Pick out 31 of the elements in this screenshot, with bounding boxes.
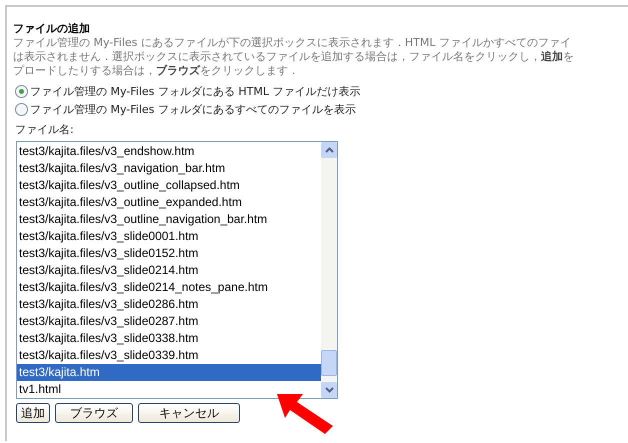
file-list-item[interactable]: test3/kajita.files/v3_slide0339.htm — [17, 347, 321, 364]
file-list-item[interactable]: test3/kajita.files/v3_slide0338.htm — [17, 330, 321, 347]
file-list-item[interactable]: test3/kajita.files/v3_slide0214_notes_pane.htm — [17, 279, 321, 296]
scroll-up-icon[interactable] — [321, 142, 337, 158]
file-list-item[interactable]: test3/kajita.files/v3_navigation_bar.htm — [17, 160, 321, 177]
radio-button[interactable] — [15, 102, 28, 116]
file-list-item[interactable]: tv1.html — [17, 381, 321, 398]
file-list-item[interactable]: test3/kajita.files/v3_slide0286.htm — [17, 296, 321, 313]
scrollbar-thumb[interactable] — [321, 350, 337, 376]
description-text: は表示されません．選択ボックスに表示されているファイルを追加する場合は，ファイル名をクリックし，追加を — [13, 50, 574, 64]
file-list-item[interactable]: test3/kajita.files/v3_outline_navigation_bar.htm — [17, 211, 321, 228]
radio-label[interactable]: ファイル管理の My-Files フォルダにあるすべてのファイルを表示 — [30, 102, 356, 116]
file-list-item[interactable]: test3/kajita.files/v3_slide0287.htm — [17, 313, 321, 330]
action-button[interactable]: キャンセル — [138, 403, 240, 423]
file-name-label: ファイル名: — [15, 122, 74, 137]
section-title: ファイルの追加 — [13, 21, 90, 36]
scroll-down-icon[interactable] — [321, 382, 337, 398]
radio-button[interactable] — [15, 84, 28, 98]
file-list-item[interactable]: test3/kajita.files/v3_outline_expanded.htm — [17, 194, 321, 211]
file-list-item[interactable]: test3/kajita.files/v3_slide0214.htm — [17, 262, 321, 279]
file-list-box[interactable] — [16, 141, 338, 399]
description-text: プロードしたりする場合は，ブラウズをクリックします． — [13, 64, 299, 78]
radio-label[interactable]: ファイル管理の My-Files フォルダにある HTML ファイルだけ表示 — [30, 84, 361, 98]
file-list-item[interactable]: test3/kajita.files/v3_slide0001.htm — [17, 228, 321, 245]
file-list-item[interactable]: test3/kajita.htm — [17, 364, 321, 381]
file-list-item[interactable]: test3/kajita.files/v3_endshow.htm — [17, 143, 321, 160]
file-list-item[interactable]: test3/kajita.files/v3_outline_collapsed.htm — [17, 177, 321, 194]
action-button[interactable]: ブラウズ — [55, 403, 133, 423]
file-list-item[interactable]: test3/kajita.files/v3_slide0152.htm — [17, 245, 321, 262]
action-button[interactable]: 追加 — [16, 403, 50, 423]
description-text: ファイル管理の My-Files にあるファイルが下の選択ボックスに表示されます．HTML ファイルかすべてのファイ — [13, 36, 572, 50]
